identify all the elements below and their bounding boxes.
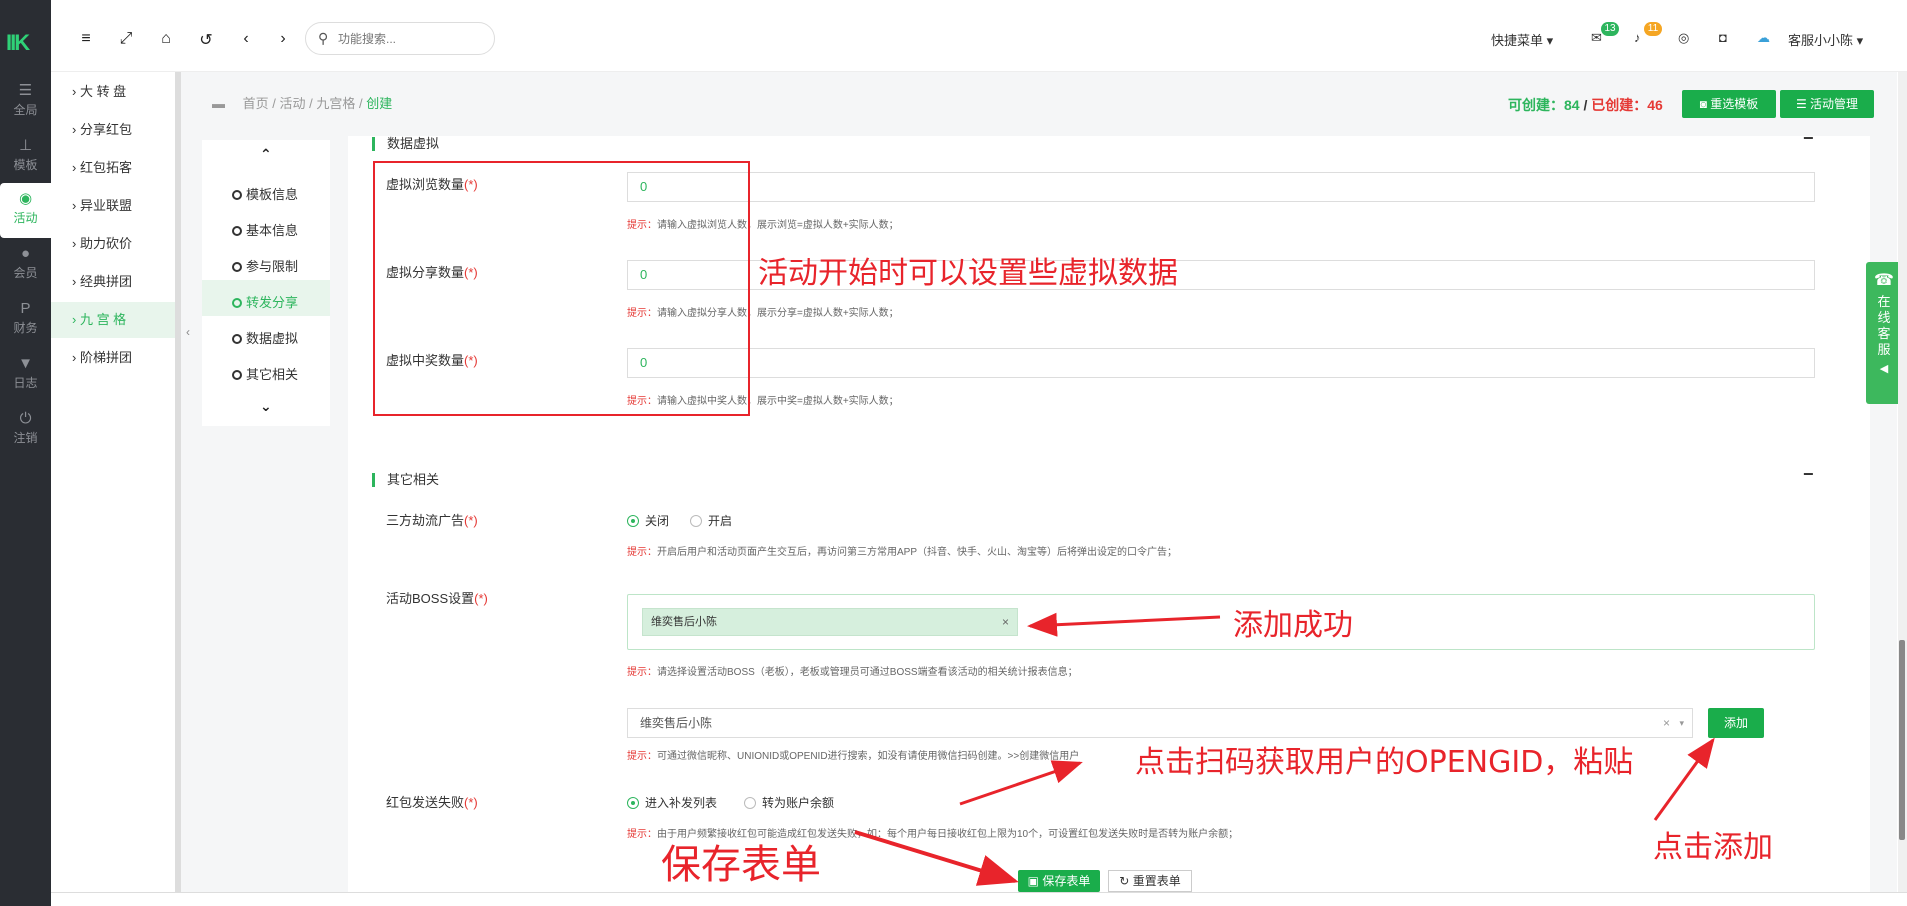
bottom-bar [51,892,1907,906]
arrow-scan [959,760,1083,806]
arrow-save [854,830,1019,886]
page-scrollbar-thumb[interactable] [1899,640,1905,840]
caret-left-icon: ◀ [1879,363,1889,375]
service-icon: ☎ [1874,272,1894,289]
service-label: 在线客服 [1877,294,1891,357]
arrow-add [1653,737,1715,821]
arrow-added [1027,612,1221,637]
annotation-arrows [854,612,1715,886]
online-service-tab[interactable]: ☎ 在线客服 ◀ [1866,262,1902,404]
